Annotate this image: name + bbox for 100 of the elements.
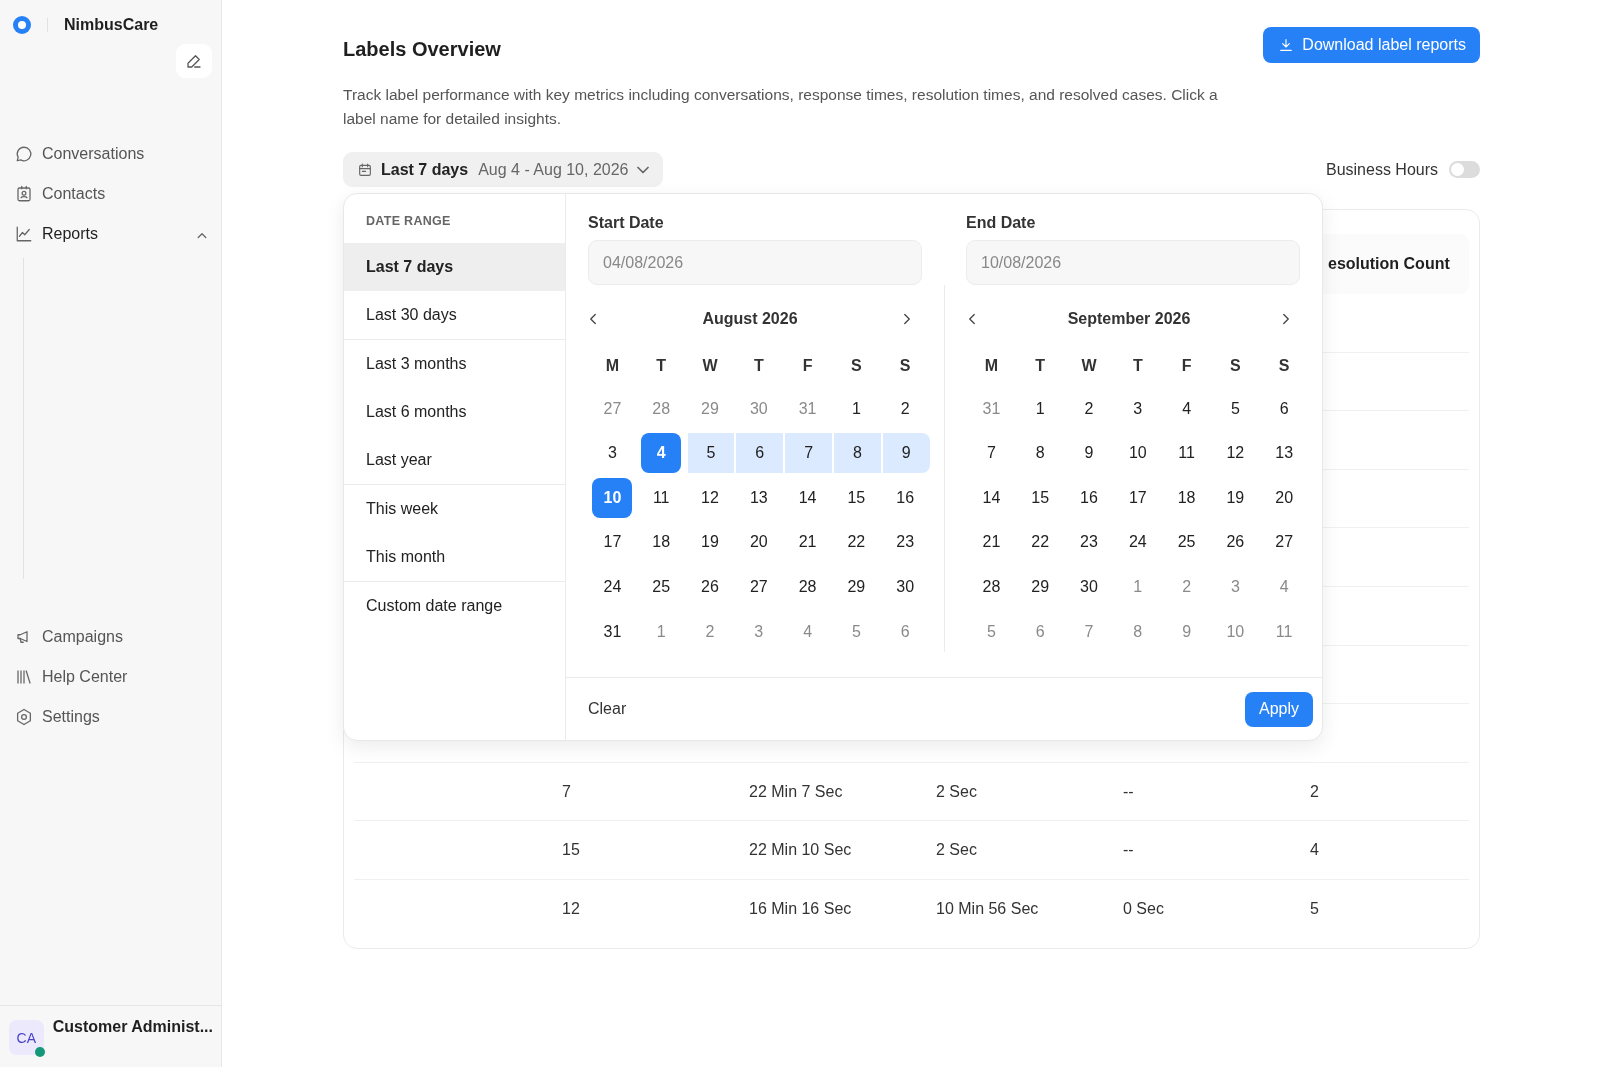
date-range-option[interactable]: Last 7 days [344, 243, 565, 291]
prev-month-button[interactable] [967, 311, 977, 327]
calendar-day[interactable]: 10 [1117, 433, 1158, 474]
calendar-day[interactable]: 30 [885, 566, 926, 607]
calendar-day[interactable]: 27 [1264, 522, 1305, 563]
calendar-day[interactable]: 11 [1166, 433, 1207, 474]
user-avatar[interactable]: CA [9, 1020, 44, 1055]
calendar-day[interactable]: 15 [1020, 477, 1061, 518]
calendar-day[interactable]: 6 [739, 433, 780, 474]
calendar-day[interactable]: 9 [886, 433, 927, 474]
calendar-day[interactable]: 2 [1069, 388, 1109, 429]
calendar-day[interactable]: 13 [1264, 433, 1305, 474]
calendar-day[interactable]: 6 [1020, 611, 1061, 652]
calendar-day[interactable]: 30 [1069, 566, 1109, 607]
calendar-day[interactable]: 22 [836, 522, 877, 563]
calendar-day[interactable]: 22 [1020, 522, 1061, 563]
calendar-day[interactable]: 3 [1215, 566, 1256, 607]
calendar-day[interactable]: 7 [788, 433, 829, 474]
date-range-option[interactable]: Last 3 months [344, 340, 565, 388]
clear-button[interactable]: Clear [588, 700, 627, 718]
calendar-day[interactable]: 27 [592, 388, 633, 429]
nav-item[interactable]: Contacts [15, 174, 207, 214]
prev-month-button[interactable] [588, 311, 598, 327]
calendar-day[interactable]: 31 [971, 388, 1012, 429]
calendar-day[interactable]: 18 [641, 522, 682, 563]
calendar-day[interactable]: 26 [690, 566, 730, 607]
calendar-day[interactable]: 29 [690, 388, 730, 429]
calendar-day[interactable]: 5 [1215, 388, 1256, 429]
calendar-day[interactable]: 19 [1215, 477, 1256, 518]
calendar-day[interactable]: 29 [836, 566, 877, 607]
apply-button[interactable]: Apply [1244, 691, 1313, 727]
calendar-day[interactable]: 13 [738, 477, 779, 518]
calendar-day[interactable]: 28 [787, 566, 828, 607]
date-range-option[interactable]: Last year [344, 436, 565, 484]
calendar-day[interactable]: 5 [836, 611, 877, 652]
calendar-day[interactable]: 31 [787, 388, 828, 429]
nav-item[interactable]: Reports [15, 214, 207, 254]
calendar-day[interactable]: 12 [690, 477, 730, 518]
calendar-day[interactable]: 25 [1166, 522, 1207, 563]
calendar-day[interactable]: 4 [1166, 388, 1207, 429]
calendar-day[interactable]: 24 [592, 566, 633, 607]
compose-button[interactable] [176, 44, 212, 78]
calendar-day[interactable]: 31 [592, 611, 633, 652]
business-hours-toggle[interactable] [1449, 161, 1480, 178]
calendar-day[interactable]: 8 [1020, 433, 1061, 474]
date-range-button[interactable]: Last 7 days Aug 4 - Aug 10, 2026 [343, 152, 663, 187]
calendar-day[interactable]: 23 [1069, 522, 1109, 563]
calendar-day[interactable]: 28 [971, 566, 1012, 607]
date-range-option[interactable]: This week [344, 485, 565, 533]
date-range-option[interactable]: This month [344, 533, 565, 581]
date-range-option[interactable]: Custom date range [344, 582, 565, 630]
calendar-day[interactable]: 9 [1166, 611, 1207, 652]
calendar-day[interactable]: 7 [971, 433, 1012, 474]
calendar-day[interactable]: 21 [971, 522, 1012, 563]
nav-item[interactable]: Settings [15, 697, 207, 737]
calendar-day[interactable]: 19 [690, 522, 730, 563]
calendar-day[interactable]: 18 [1166, 477, 1207, 518]
calendar-day[interactable]: 27 [738, 566, 779, 607]
calendar-day[interactable]: 2 [690, 611, 730, 652]
calendar-day[interactable]: 15 [836, 477, 877, 518]
calendar-day[interactable]: 4 [641, 433, 682, 474]
calendar-day[interactable]: 8 [837, 433, 878, 474]
nav-item[interactable]: Campaigns [15, 617, 207, 657]
calendar-day[interactable]: 16 [1069, 477, 1109, 518]
calendar-day[interactable]: 17 [592, 522, 633, 563]
calendar-day[interactable]: 3 [592, 433, 633, 474]
date-input-field[interactable]: 04/08/2026 [588, 240, 922, 285]
calendar-day[interactable]: 2 [885, 388, 926, 429]
calendar-day[interactable]: 1 [836, 388, 877, 429]
calendar-day[interactable]: 25 [641, 566, 682, 607]
next-month-button[interactable] [1281, 311, 1291, 327]
calendar-day[interactable]: 6 [885, 611, 926, 652]
calendar-day[interactable]: 14 [971, 477, 1012, 518]
calendar-day[interactable]: 8 [1117, 611, 1158, 652]
calendar-day[interactable]: 6 [1264, 388, 1305, 429]
calendar-day[interactable]: 20 [738, 522, 779, 563]
calendar-day[interactable]: 30 [738, 388, 779, 429]
calendar-day[interactable]: 5 [971, 611, 1012, 652]
calendar-day[interactable]: 28 [641, 388, 682, 429]
calendar-day[interactable]: 9 [1069, 433, 1109, 474]
calendar-day[interactable]: 16 [885, 477, 926, 518]
calendar-day[interactable]: 3 [1117, 388, 1158, 429]
calendar-day[interactable]: 20 [1264, 477, 1305, 518]
nav-item[interactable]: Conversations [15, 134, 207, 174]
download-button[interactable]: Download label reports [1263, 27, 1480, 63]
calendar-day[interactable]: 17 [1117, 477, 1158, 518]
calendar-day[interactable]: 24 [1117, 522, 1158, 563]
calendar-day[interactable]: 10 [592, 477, 633, 518]
calendar-day[interactable]: 21 [787, 522, 828, 563]
next-month-button[interactable] [902, 311, 912, 327]
calendar-day[interactable]: 10 [1215, 611, 1256, 652]
date-range-option[interactable]: Last 6 months [344, 388, 565, 436]
calendar-day[interactable]: 5 [691, 433, 731, 474]
calendar-day[interactable]: 1 [1020, 388, 1061, 429]
calendar-day[interactable]: 14 [787, 477, 828, 518]
calendar-day[interactable]: 26 [1215, 522, 1256, 563]
nav-item[interactable]: Help Center [15, 657, 207, 697]
calendar-day[interactable]: 29 [1020, 566, 1061, 607]
date-input-field[interactable]: 10/08/2026 [966, 240, 1300, 285]
calendar-day[interactable]: 12 [1215, 433, 1256, 474]
